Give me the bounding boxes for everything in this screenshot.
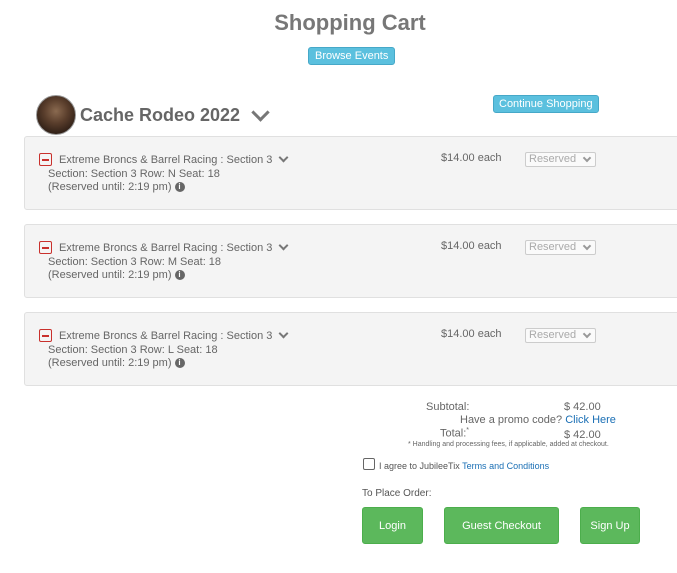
chevron-down-icon[interactable] — [251, 102, 270, 122]
login-button[interactable]: Login — [362, 507, 423, 544]
event-header: Cache Rodeo 2022 — [36, 95, 270, 135]
total-value: $ 42.00 — [564, 429, 601, 441]
subtotal-value: $ 42.00 — [564, 401, 601, 413]
total-label: Total:* — [440, 427, 470, 440]
reserved-until: (Reserved until: 2:19 pm) i — [48, 357, 218, 370]
event-name: Cache Rodeo 2022 — [80, 104, 241, 125]
seat-info: Section: Section 3 Row: N Seat: 18 — [48, 168, 220, 180]
terms-checkbox[interactable] — [363, 458, 375, 470]
reserved-until: (Reserved until: 2:19 pm) i — [48, 269, 221, 282]
chevron-down-icon — [582, 329, 592, 339]
item-title[interactable]: Extreme Broncs & Barrel Racing : Section… — [59, 152, 289, 166]
promo-link[interactable]: Click Here — [565, 414, 616, 426]
sign-up-button[interactable]: Sign Up — [580, 507, 640, 544]
seat-info: Section: Section 3 Row: L Seat: 18 — [48, 344, 218, 356]
item-detail: Section: Section 3 Row: M Seat: 18 (Rese… — [48, 256, 221, 282]
info-circle-icon[interactable]: i — [174, 182, 185, 193]
item-price: $14.00 each — [441, 240, 502, 252]
subtotal-label: Subtotal: — [426, 401, 470, 413]
item-price: $14.00 each — [441, 152, 502, 164]
minus-square-icon[interactable] — [39, 241, 52, 254]
item-detail: Section: Section 3 Row: L Seat: 18 (Rese… — [48, 344, 218, 370]
item-price: $14.00 each — [441, 328, 502, 340]
info-circle-icon[interactable]: i — [174, 358, 185, 369]
chevron-down-icon — [582, 153, 592, 163]
item-title[interactable]: Extreme Broncs & Barrel Racing : Section… — [59, 328, 289, 342]
cart-item: Extreme Broncs & Barrel Racing : Section… — [24, 224, 677, 298]
guest-checkout-button[interactable]: Guest Checkout — [444, 507, 559, 544]
item-detail: Section: Section 3 Row: N Seat: 18 (Rese… — [48, 168, 220, 194]
reservation-status-select[interactable]: Reserved — [525, 240, 596, 255]
browse-events-button[interactable]: Browse Events — [308, 47, 396, 65]
terms-agreement: I agree to JubileeTix Terms and Conditio… — [379, 461, 550, 471]
chevron-down-icon[interactable] — [278, 328, 289, 339]
info-circle-icon[interactable]: i — [174, 270, 185, 281]
chevron-down-icon[interactable] — [278, 240, 289, 251]
reserved-until: (Reserved until: 2:19 pm) i — [48, 181, 220, 194]
chevron-down-icon[interactable] — [278, 152, 289, 163]
terms-link[interactable]: Terms and Conditions — [462, 461, 549, 471]
seat-info: Section: Section 3 Row: M Seat: 18 — [48, 256, 222, 268]
event-avatar — [36, 95, 76, 135]
minus-square-icon[interactable] — [39, 153, 52, 166]
cart-item: Extreme Broncs & Barrel Racing : Section… — [24, 312, 677, 386]
item-title[interactable]: Extreme Broncs & Barrel Racing : Section… — [59, 240, 289, 254]
reservation-status-select[interactable]: Reserved — [525, 152, 596, 167]
minus-square-icon[interactable] — [39, 329, 52, 342]
continue-shopping-button[interactable]: Continue Shopping — [493, 95, 599, 113]
promo-code: Have a promo code? Click Here — [460, 414, 616, 426]
cart-item: Extreme Broncs & Barrel Racing : Section… — [24, 136, 677, 210]
chevron-down-icon — [582, 241, 592, 251]
reservation-status-select[interactable]: Reserved — [525, 328, 596, 343]
fees-note: * Handling and processing fees, if appli… — [408, 441, 609, 448]
place-order-label: To Place Order: — [362, 488, 432, 499]
page-title: Shopping Cart — [274, 10, 426, 35]
